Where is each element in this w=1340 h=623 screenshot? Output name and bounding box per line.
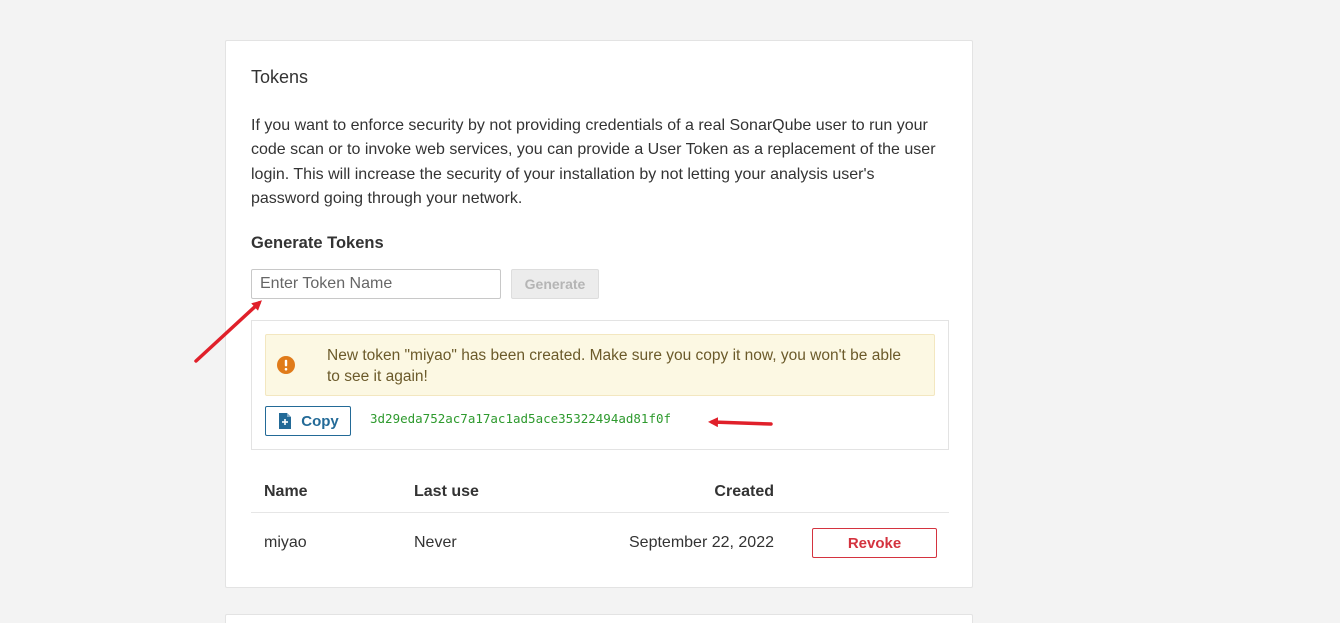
- revoke-button[interactable]: Revoke: [812, 528, 937, 558]
- page: Tokens If you want to enforce security b…: [0, 0, 1340, 623]
- generate-button[interactable]: Generate: [511, 269, 599, 299]
- copy-label: Copy: [301, 412, 339, 430]
- tokens-table: Name Last use Created miyao Never Septem…: [251, 471, 949, 573]
- token-actions-cell: Revoke: [774, 513, 949, 574]
- next-card: [225, 614, 973, 623]
- tokens-title: Tokens: [251, 67, 309, 87]
- column-header-name: Name: [251, 471, 414, 513]
- new-token-box: New token "miyao" has been created. Make…: [251, 320, 949, 450]
- column-header-last-use: Last use: [414, 471, 574, 513]
- token-created-cell: September 22, 2022: [629, 534, 774, 551]
- generate-tokens-heading: Generate Tokens: [251, 234, 384, 252]
- token-last-use-cell: Never: [414, 534, 457, 551]
- copy-button[interactable]: Copy: [265, 406, 351, 436]
- token-name-input[interactable]: [251, 269, 501, 299]
- column-header-actions: [774, 471, 949, 513]
- table-header-row: Name Last use Created: [251, 471, 949, 513]
- tokens-card: Tokens If you want to enforce security b…: [225, 40, 973, 588]
- column-header-created: Created: [574, 471, 774, 513]
- table-row: miyao Never September 22, 2022 Revoke: [251, 513, 949, 574]
- token-value: 3d29eda752ac7a17ac1ad5ace35322494ad81f0f: [370, 411, 672, 426]
- new-token-alert: New token "miyao" has been created. Make…: [265, 334, 935, 396]
- token-name-cell: miyao: [264, 534, 307, 551]
- alert-message: New token "miyao" has been created. Make…: [327, 347, 902, 385]
- clipboard-icon: [279, 413, 292, 429]
- tokens-description: If you want to enforce security by not p…: [251, 117, 936, 207]
- exclamation-circle-icon: [277, 356, 295, 374]
